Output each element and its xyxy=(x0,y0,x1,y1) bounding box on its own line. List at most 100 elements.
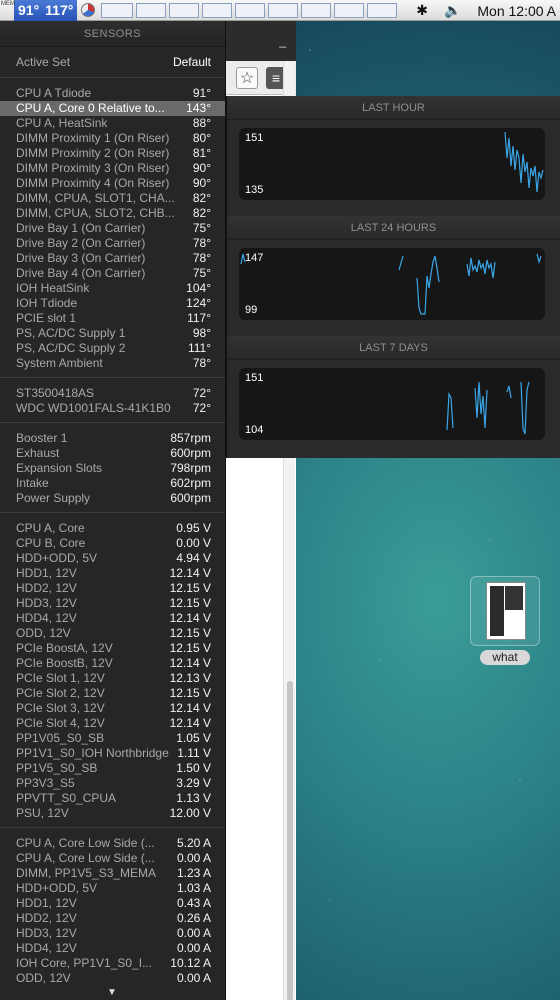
sensor-value: 104° xyxy=(186,281,211,295)
voltage-sensor-row[interactable]: HDD4, 12V 12.14 V xyxy=(0,611,225,626)
voltage-sensor-row[interactable]: PP1V1_S0_IOH Northbridge 1.11 V xyxy=(0,746,225,761)
cpu-core-graph-1[interactable] xyxy=(136,2,167,18)
desktop-file-label[interactable]: what xyxy=(480,650,530,665)
fan-sensor-row[interactable]: Expansion Slots 798rpm xyxy=(0,461,225,476)
voltage-sensor-row[interactable]: CPU B, Core 0.00 V xyxy=(0,536,225,551)
voltage-sensor-row[interactable]: ODD, 12V 12.15 V xyxy=(0,626,225,641)
temperature-sensor-row[interactable]: Drive Bay 1 (On Carrier) 75° xyxy=(0,221,225,236)
fan-sensor-row[interactable]: Exhaust 600rpm xyxy=(0,446,225,461)
current-sensor-row[interactable]: ODD, 12V 0.00 A xyxy=(0,971,225,986)
temperature-sensor-row[interactable]: CPU A, HeatSink 88° xyxy=(0,116,225,131)
voltage-sensor-row[interactable]: PSU, 12V 12.00 V xyxy=(0,806,225,821)
temperature-sensor-row[interactable]: DIMM Proximity 4 (On Riser) 90° xyxy=(0,176,225,191)
current-sensor-row[interactable]: HDD4, 12V 0.00 A xyxy=(0,941,225,956)
active-set-value: Default xyxy=(172,55,211,69)
sensor-value: 81° xyxy=(192,146,211,160)
current-sensor-row[interactable]: HDD1, 12V 0.43 A xyxy=(0,896,225,911)
fan-sensor-row[interactable]: Power Supply 600rpm xyxy=(0,491,225,506)
sensors-title: SENSORS xyxy=(0,21,225,47)
temperature-sensor-row[interactable]: Drive Bay 4 (On Carrier) 75° xyxy=(0,266,225,281)
temperature-sensor-row[interactable]: CPU A Tdiode 91° xyxy=(0,86,225,101)
voltage-sensor-row[interactable]: PCIe BoostB, 12V 12.14 V xyxy=(0,656,225,671)
sensor-value: 117° xyxy=(187,311,211,325)
sensor-name: PP1V05_S0_SB xyxy=(16,731,105,745)
cpu-core-graph-6[interactable] xyxy=(301,2,332,18)
scrollbar-thumb[interactable] xyxy=(287,681,293,1000)
sensor-name: DIMM, CPUA, SLOT1, CHA... xyxy=(16,191,175,205)
fan-sensor-row[interactable]: Booster 1 857rpm xyxy=(0,431,225,446)
voltage-sensor-row[interactable]: HDD3, 12V 12.15 V xyxy=(0,596,225,611)
voltage-sensor-row[interactable]: HDD+ODD, 5V 4.94 V xyxy=(0,551,225,566)
voltage-sensor-row[interactable]: PCIe BoostA, 12V 12.15 V xyxy=(0,641,225,656)
current-sensor-row[interactable]: HDD3, 12V 0.00 A xyxy=(0,926,225,941)
active-set-row[interactable]: Active Set Default xyxy=(0,47,225,77)
current-sensor-row[interactable]: HDD2, 12V 0.26 A xyxy=(0,911,225,926)
voltage-sensor-row[interactable]: CPU A, Core 0.95 V xyxy=(0,521,225,536)
sensor-name: HDD2, 12V xyxy=(16,581,77,595)
voltage-sensor-row[interactable]: PPVTT_S0_CPUA 1.13 V xyxy=(0,791,225,806)
voltage-sensor-row[interactable]: PP3V3_S5 3.29 V xyxy=(0,776,225,791)
drive-sensor-row[interactable]: ST3500418AS 72° xyxy=(0,386,225,401)
cpu-core-graph-4[interactable] xyxy=(235,2,266,18)
sensor-value: 75° xyxy=(192,221,211,235)
current-sensor-row[interactable]: CPU A, Core Low Side (... 0.00 A xyxy=(0,851,225,866)
temperature-sensor-row[interactable]: Drive Bay 3 (On Carrier) 78° xyxy=(0,251,225,266)
voltage-sensor-row[interactable]: PCIe Slot 4, 12V 12.14 V xyxy=(0,716,225,731)
last-7-graph: 151 104 xyxy=(239,368,545,440)
sensor-name: HDD3, 12V xyxy=(16,926,77,940)
volume-icon[interactable]: 🔈 xyxy=(444,2,461,19)
drive-sensor-row[interactable]: WDC WD1001FALS-41K1B0 72° xyxy=(0,401,225,416)
sensor-name: CPU A, HeatSink xyxy=(16,116,108,130)
temperature-sensor-row[interactable]: IOH Tdiode 124° xyxy=(0,296,225,311)
cpu-core-graph-2[interactable] xyxy=(169,2,200,18)
current-sensor-row[interactable]: DIMM, PP1V5_S3_MEMA 1.23 A xyxy=(0,866,225,881)
sensor-value: 12.14 V xyxy=(169,656,211,670)
voltage-sensor-row[interactable]: PP1V05_S0_SB 1.05 V xyxy=(0,731,225,746)
memory-pie-icon[interactable] xyxy=(81,3,96,17)
voltage-sensor-row[interactable]: HDD2, 12V 12.15 V xyxy=(0,581,225,596)
bluetooth-icon[interactable]: ✱ xyxy=(416,2,428,19)
sensor-value: 0.00 A xyxy=(176,851,211,865)
sensor-value: 12.15 V xyxy=(169,626,211,640)
temperature-sensor-row[interactable]: IOH HeatSink 104° xyxy=(0,281,225,296)
minimize-icon[interactable]: _ xyxy=(279,34,286,48)
voltage-sensor-row[interactable]: PCIe Slot 2, 12V 12.15 V xyxy=(0,686,225,701)
temperature-sensor-row[interactable]: DIMM, CPUA, SLOT1, CHA... 82° xyxy=(0,191,225,206)
current-sensor-row[interactable]: IOH Core, PP1V1_S0_I... 10.12 A xyxy=(0,956,225,971)
sensor-name: DIMM Proximity 4 (On Riser) xyxy=(16,176,170,190)
temperature-sensor-row[interactable]: CPU A, Core 0 Relative to... 143° xyxy=(0,101,225,116)
temperature-sensor-row[interactable]: DIMM, CPUA, SLOT2, CHB... 82° xyxy=(0,206,225,221)
temperature-sensor-row[interactable]: DIMM Proximity 2 (On Riser) 81° xyxy=(0,146,225,161)
current-sensor-row[interactable]: CPU A, Core Low Side (... 5.20 A xyxy=(0,836,225,851)
bookmark-star-icon[interactable]: ☆ xyxy=(236,66,258,89)
cpu-core-graph-5[interactable] xyxy=(268,2,299,18)
menubar-clock[interactable]: Mon 12:00 A xyxy=(477,3,556,19)
current-sensor-row[interactable]: HDD+ODD, 5V 1.03 A xyxy=(0,881,225,896)
fan-sensor-row[interactable]: Intake 602rpm xyxy=(0,476,225,491)
cpu-core-graph-7[interactable] xyxy=(334,2,365,18)
sensor-value: 0.95 V xyxy=(176,521,211,535)
temperature-menu-extra[interactable]: 91° 117° xyxy=(14,0,78,21)
desktop-file-icon[interactable] xyxy=(470,576,540,646)
voltage-sensor-row[interactable]: PCIe Slot 3, 12V 12.14 V xyxy=(0,701,225,716)
temperature-sensor-row[interactable]: PS, AC/DC Supply 1 98° xyxy=(0,326,225,341)
divider xyxy=(0,512,225,513)
scroll-down-arrow-icon[interactable]: ▼ xyxy=(107,987,117,998)
temperature-sensor-row[interactable]: System Ambient 78° xyxy=(0,356,225,371)
cpu-core-graph-8[interactable] xyxy=(367,2,398,18)
voltage-sensor-row[interactable]: HDD1, 12V 12.14 V xyxy=(0,566,225,581)
voltage-sensor-row[interactable]: PP1V5_S0_SB 1.50 V xyxy=(0,761,225,776)
temperature-sensor-row[interactable]: PCIE slot 1 117° xyxy=(0,311,225,326)
sensor-value: 111° xyxy=(187,341,211,355)
temperature-sensor-row[interactable]: PS, AC/DC Supply 2 111° xyxy=(0,341,225,356)
voltage-sensor-row[interactable]: PCIe Slot 1, 12V 12.13 V xyxy=(0,671,225,686)
sensor-name: PCIe Slot 1, 12V xyxy=(16,671,105,685)
temperature-sensor-row[interactable]: DIMM Proximity 3 (On Riser) 90° xyxy=(0,161,225,176)
last-hour-graph: 151 135 xyxy=(239,128,545,200)
cpu-graph[interactable] xyxy=(101,2,134,18)
sensor-name: Drive Bay 1 (On Carrier) xyxy=(16,221,146,235)
drive-temperature-list: ST3500418AS 72° WDC WD1001FALS-41K1B0 72° xyxy=(0,386,225,416)
temperature-sensor-row[interactable]: DIMM Proximity 1 (On Riser) 80° xyxy=(0,131,225,146)
temperature-sensor-row[interactable]: Drive Bay 2 (On Carrier) 78° xyxy=(0,236,225,251)
cpu-core-graph-3[interactable] xyxy=(202,2,233,18)
